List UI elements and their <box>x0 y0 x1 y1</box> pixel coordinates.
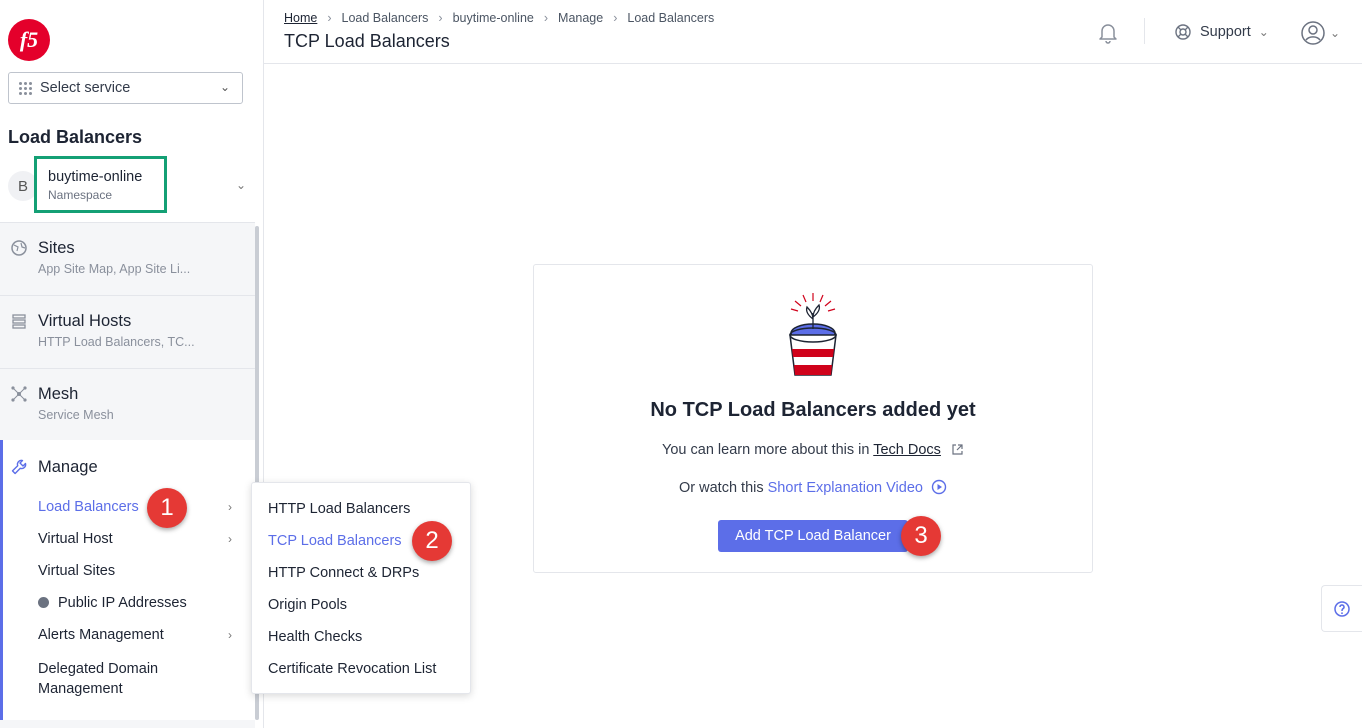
menu-item-origin-pools[interactable]: Origin Pools <box>268 597 347 613</box>
sidebar-item-virtual-sites[interactable]: Virtual Sites <box>38 563 115 579</box>
docs-prefix: You can learn more about this in <box>662 442 874 458</box>
sidebar-item-load-balancers[interactable]: Load Balancers <box>38 499 139 515</box>
namespace-selector[interactable]: buytime-online Namespace <box>34 156 167 213</box>
sidebar-item-virtual-hosts[interactable]: Virtual Hosts HTTP Load Balancers, TC... <box>0 296 255 369</box>
chevron-down-icon: ⌄ <box>1330 26 1341 40</box>
load-balancers-flyout-menu: HTTP Load Balancers TCP Load Balancers H… <box>251 482 471 694</box>
chevron-right-icon: › <box>228 532 232 546</box>
namespace-label: Namespace <box>48 188 113 202</box>
page-title: TCP Load Balancers <box>284 31 450 51</box>
breadcrumb-home[interactable]: Home <box>284 11 317 25</box>
sidebar-item-label: Virtual Hosts <box>38 312 132 330</box>
annotation-badge-1: 1 <box>147 488 187 528</box>
chevron-right-icon: › <box>438 11 443 25</box>
section-title: Load Balancers <box>8 127 143 147</box>
video-prefix: Or watch this <box>679 480 768 496</box>
sidebar-item-manage[interactable]: Manage <box>38 458 98 477</box>
breadcrumb-item: Manage <box>558 11 604 25</box>
support-menu[interactable]: Support ⌄ <box>1174 23 1269 41</box>
sidebar-item-alerts-management[interactable]: Alerts Management <box>38 627 164 643</box>
chevron-down-icon: ⌄ <box>219 80 230 94</box>
server-icon <box>10 312 28 330</box>
tech-docs-link[interactable]: Tech Docs <box>873 442 941 458</box>
bell-icon[interactable] <box>1096 20 1120 44</box>
explanation-video-link[interactable]: Short Explanation Video <box>768 480 923 496</box>
menu-item-http-load-balancers[interactable]: HTTP Load Balancers <box>268 501 410 517</box>
sidebar-item-public-ip-addresses[interactable]: Public IP Addresses <box>58 595 187 611</box>
sidebar-item-virtual-host[interactable]: Virtual Host <box>38 531 113 547</box>
annotation-badge-3: 3 <box>901 516 941 556</box>
chevron-down-icon[interactable]: ⌄ <box>236 178 246 192</box>
select-service-label: Select service <box>40 80 131 96</box>
sidebar-manage-section: Manage Load Balancers › Virtual Host › V… <box>0 440 255 720</box>
lock-icon <box>38 597 49 608</box>
empty-state-video-line: Or watch this Short Explanation Video <box>534 479 1092 499</box>
empty-state-docs-line: You can learn more about this in Tech Do… <box>534 442 1092 460</box>
annotation-badge-2: 2 <box>412 521 452 561</box>
chevron-right-icon: › <box>228 628 232 642</box>
sidebar-item-sites[interactable]: Sites App Site Map, App Site Li... <box>0 223 255 296</box>
globe-icon <box>10 239 28 257</box>
chevron-right-icon: › <box>613 11 618 25</box>
chevron-right-icon: › <box>543 11 549 25</box>
lifebuoy-icon <box>1175 24 1191 40</box>
select-service-dropdown[interactable]: Select service ⌄ <box>8 72 243 104</box>
support-label: Support <box>1200 24 1251 40</box>
f5-logo[interactable]: f5 <box>8 19 50 61</box>
sidebar-item-delegated-domain-management[interactable]: Delegated Domain Management <box>38 659 178 699</box>
page-header: Home › Load Balancers › buytime-online ›… <box>264 0 1362 64</box>
menu-item-certificate-revocation-list[interactable]: Certificate Revocation List <box>268 661 436 677</box>
header-divider <box>1144 18 1145 44</box>
breadcrumb-item: buytime-online <box>452 11 534 25</box>
chevron-right-icon: › <box>327 11 332 25</box>
chevron-right-icon: › <box>228 500 232 514</box>
menu-item-tcp-load-balancers[interactable]: TCP Load Balancers <box>268 533 402 549</box>
chevron-down-icon: ⌄ <box>1258 25 1269 39</box>
play-circle-icon[interactable] <box>931 479 947 499</box>
namespace-name: buytime-online <box>48 169 143 185</box>
plant-pot-illustration <box>789 293 837 376</box>
sidebar-item-label: Sites <box>38 239 75 257</box>
sidebar-item-subtitle: Service Mesh <box>38 408 114 422</box>
user-menu[interactable]: ⌄ <box>1300 20 1340 46</box>
empty-state-headline: No TCP Load Balancers added yet <box>650 399 976 421</box>
breadcrumb-item: Load Balancers <box>627 11 715 25</box>
sidebar-item-mesh[interactable]: Mesh Service Mesh <box>0 369 255 442</box>
breadcrumb-item: Load Balancers <box>341 11 429 25</box>
menu-item-http-connect-drps[interactable]: HTTP Connect & DRPs <box>268 565 419 581</box>
apps-grid-icon <box>19 81 32 95</box>
help-icon <box>1334 600 1350 617</box>
menu-item-health-checks[interactable]: Health Checks <box>268 629 362 645</box>
add-tcp-load-balancer-button[interactable]: Add TCP Load Balancer <box>718 520 908 552</box>
mesh-icon <box>10 385 28 403</box>
external-link-icon <box>951 443 964 460</box>
help-button[interactable] <box>1321 585 1362 632</box>
empty-state-card: No TCP Load Balancers added yet You can … <box>533 264 1093 573</box>
user-icon <box>1301 21 1325 45</box>
sidebar-item-label: Mesh <box>38 385 79 403</box>
breadcrumb: Home › Load Balancers › buytime-online ›… <box>284 11 720 25</box>
sidebar-item-subtitle: App Site Map, App Site Li... <box>38 262 191 276</box>
wrench-icon <box>10 458 28 480</box>
sidebar-item-subtitle: HTTP Load Balancers, TC... <box>38 335 195 349</box>
